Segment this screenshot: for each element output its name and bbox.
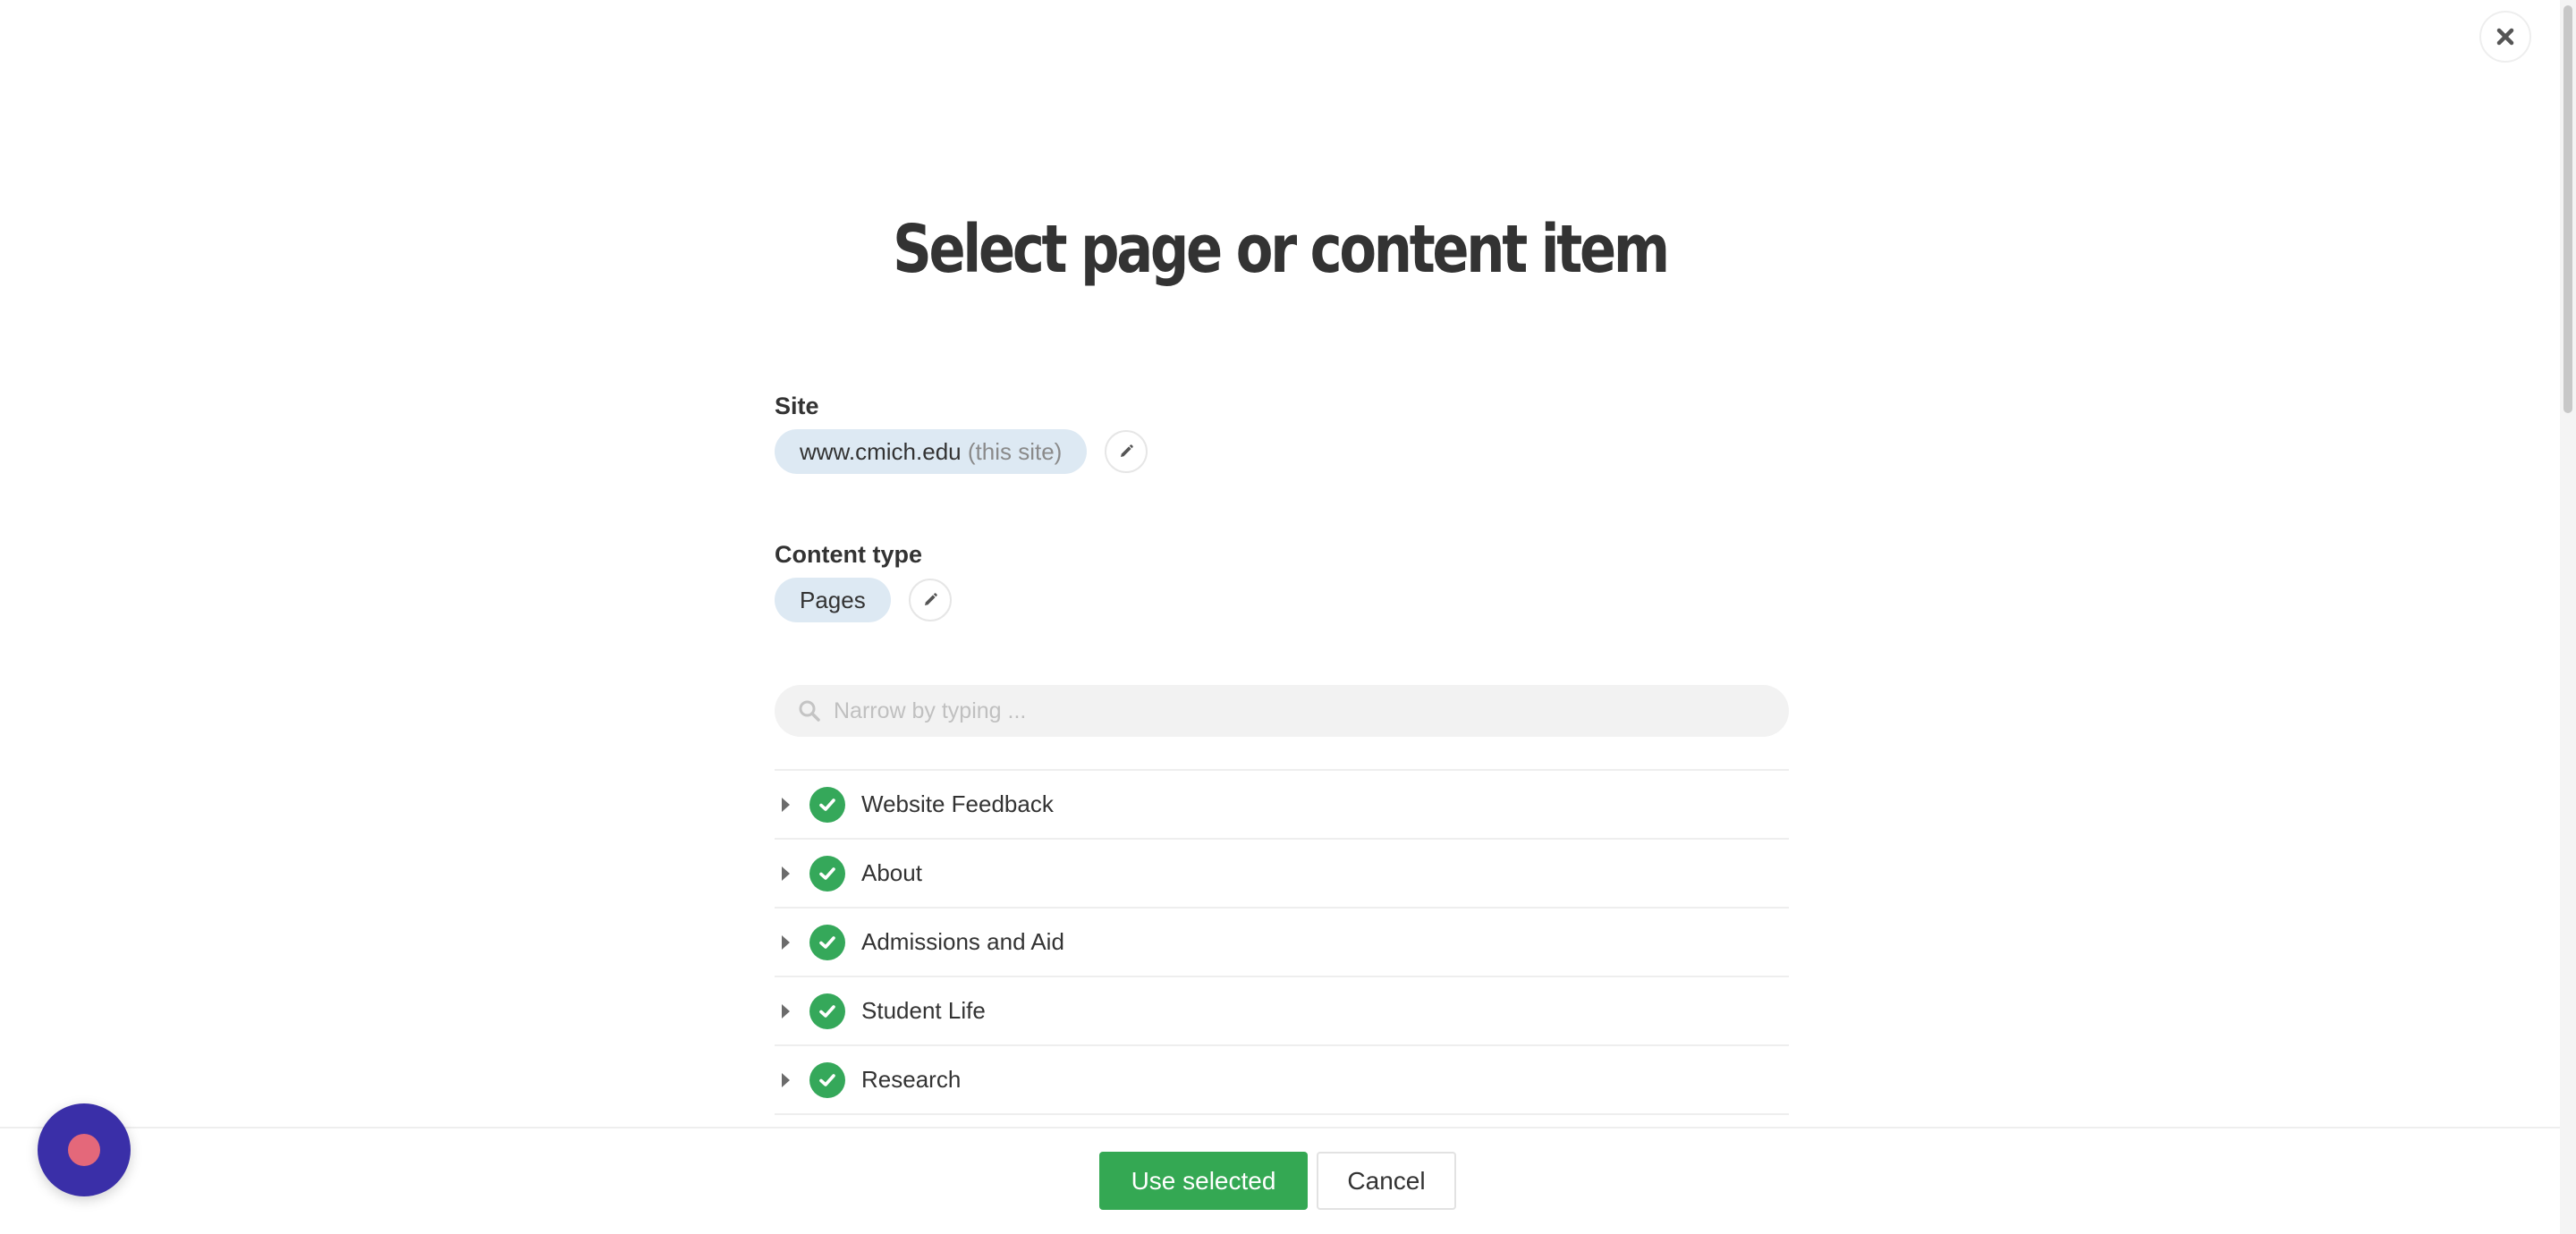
site-field: www.cmich.edu (this site) bbox=[775, 429, 1789, 474]
select-content-dialog: Select page or content item Site www.cmi… bbox=[0, 0, 2576, 1234]
content-type-field: Pages bbox=[775, 578, 1789, 622]
tree-item-label: Admissions and Aid bbox=[861, 928, 1064, 955]
site-note: (this site) bbox=[967, 438, 1063, 465]
use-selected-button[interactable]: Use selected bbox=[1099, 1152, 1308, 1210]
page-tree: Website Feedback About Admissions and Ai… bbox=[775, 769, 1789, 1115]
chat-widget-button[interactable] bbox=[38, 1103, 131, 1196]
content-type-chip[interactable]: Pages bbox=[775, 578, 891, 622]
edit-site-button[interactable] bbox=[1105, 430, 1148, 473]
search-field[interactable] bbox=[775, 685, 1789, 737]
tree-item-label: Student Life bbox=[861, 997, 986, 1024]
content-type-label: Content type bbox=[775, 541, 922, 568]
tree-item-student-life[interactable]: Student Life bbox=[775, 977, 1789, 1046]
pencil-icon bbox=[924, 593, 937, 605]
chat-widget-icon bbox=[68, 1134, 100, 1166]
tree-item-about[interactable]: About bbox=[775, 840, 1789, 909]
check-circle-icon bbox=[809, 1061, 845, 1098]
site-chip[interactable]: www.cmich.edu (this site) bbox=[775, 429, 1088, 474]
content-type-value: Pages bbox=[800, 587, 866, 613]
pencil-icon bbox=[1121, 444, 1134, 457]
check-circle-icon bbox=[809, 993, 845, 1029]
tree-item-label: About bbox=[861, 859, 922, 886]
check-circle-icon bbox=[809, 786, 845, 823]
scrollbar-thumb[interactable] bbox=[2563, 5, 2572, 413]
caret-right-icon[interactable] bbox=[782, 934, 790, 950]
tree-item-research[interactable]: Research bbox=[775, 1046, 1789, 1115]
tree-item-label: Research bbox=[861, 1066, 962, 1093]
caret-right-icon[interactable] bbox=[782, 1072, 790, 1087]
search-icon bbox=[799, 700, 820, 722]
caret-right-icon[interactable] bbox=[782, 1003, 790, 1018]
close-icon bbox=[2496, 28, 2514, 46]
dialog-footer: Use selected Cancel bbox=[0, 1127, 2560, 1234]
site-label: Site bbox=[775, 393, 819, 419]
tree-item-website-feedback[interactable]: Website Feedback bbox=[775, 771, 1789, 840]
cancel-button[interactable]: Cancel bbox=[1317, 1152, 1456, 1210]
caret-right-icon[interactable] bbox=[782, 797, 790, 812]
site-value: www.cmich.edu bbox=[800, 438, 962, 465]
page-title: Select page or content item bbox=[893, 211, 1670, 288]
dialog-content: Site www.cmich.edu (this site) Content t… bbox=[775, 390, 1789, 1115]
scrollbar[interactable] bbox=[2560, 0, 2576, 1234]
close-button[interactable] bbox=[2479, 11, 2531, 63]
caret-right-icon[interactable] bbox=[782, 866, 790, 881]
check-circle-icon bbox=[809, 924, 845, 960]
tree-item-admissions-and-aid[interactable]: Admissions and Aid bbox=[775, 909, 1789, 977]
edit-content-type-button[interactable] bbox=[908, 579, 952, 621]
search-input[interactable] bbox=[832, 697, 1766, 725]
check-circle-icon bbox=[809, 855, 845, 892]
tree-item-label: Website Feedback bbox=[861, 790, 1054, 817]
